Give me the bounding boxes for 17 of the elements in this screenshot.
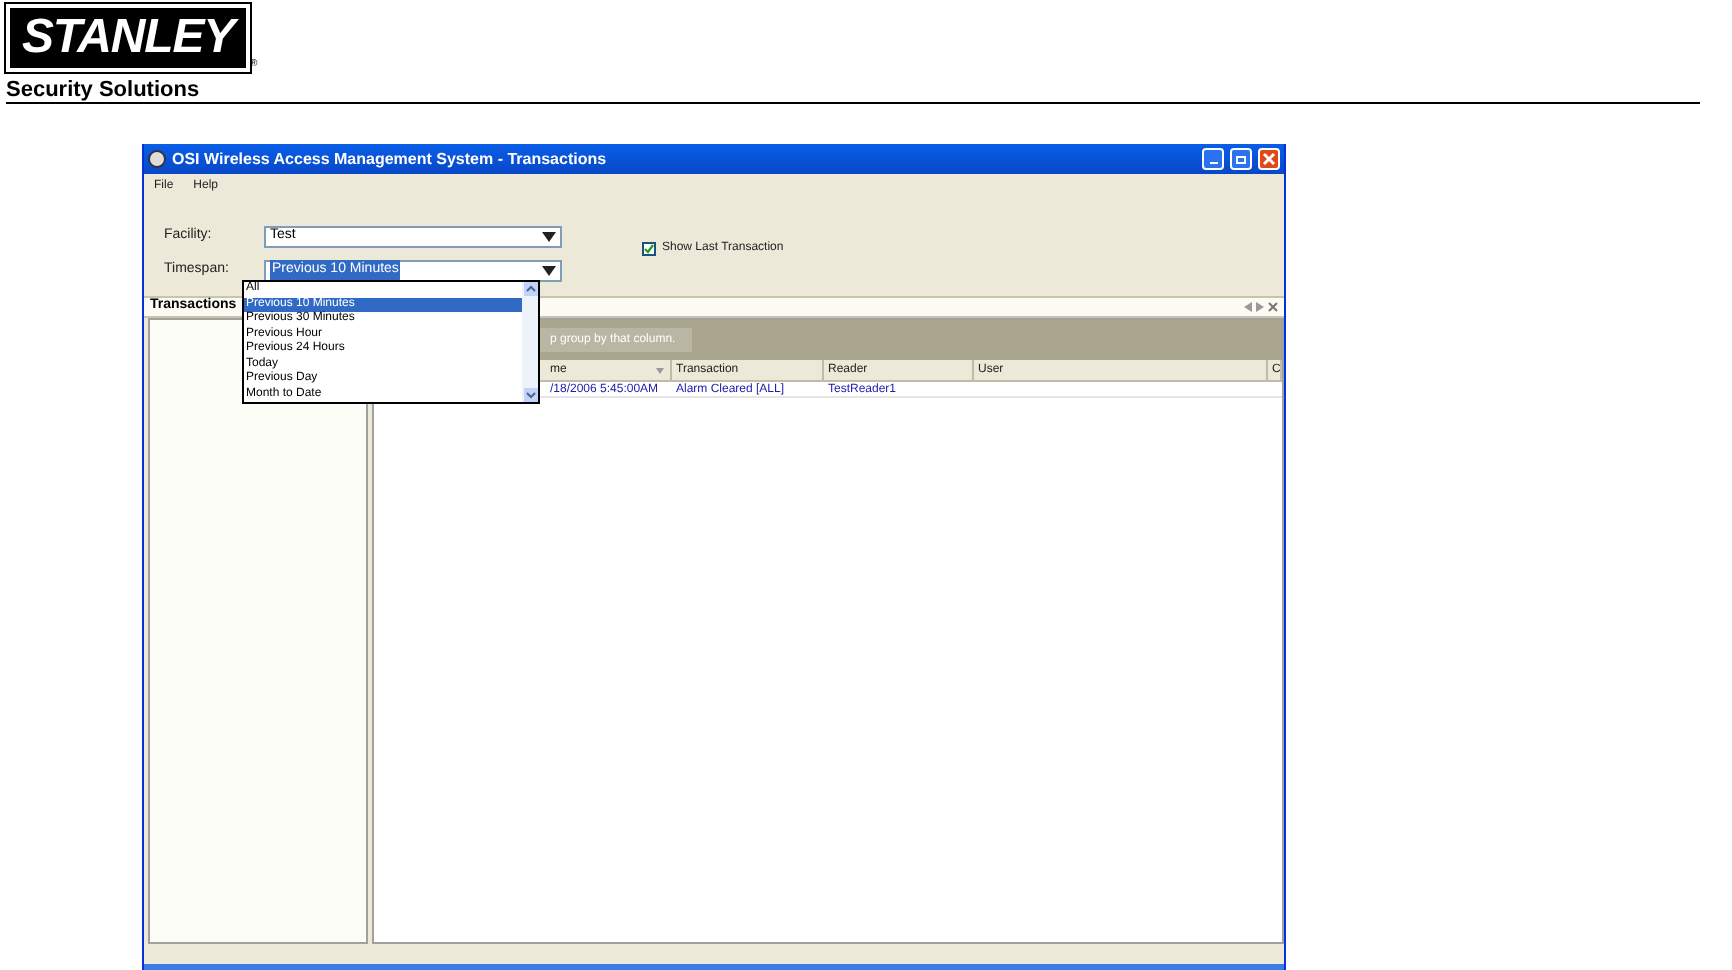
minimize-button[interactable]: [1202, 148, 1224, 170]
close-button[interactable]: [1258, 148, 1280, 170]
scrollbar[interactable]: [522, 282, 538, 402]
scroll-up-icon[interactable]: [523, 282, 537, 296]
sort-icon[interactable]: [656, 367, 664, 373]
app-icon: [148, 150, 166, 168]
close-icon[interactable]: [1268, 302, 1278, 312]
caret-icon: [542, 231, 556, 241]
checkbox[interactable]: [642, 241, 656, 255]
caret-icon: [542, 265, 556, 275]
tagline: Security Solutions: [6, 78, 200, 102]
logo: STANLEY: [6, 4, 251, 72]
right-arrow-icon[interactable]: [1256, 302, 1264, 312]
restore-button[interactable]: [1230, 148, 1252, 170]
window-title: OSI Wireless Access Management System - Transactions: [172, 147, 609, 171]
scroll-down-icon[interactable]: [523, 388, 537, 402]
left-arrow-icon[interactable]: [1244, 302, 1252, 312]
